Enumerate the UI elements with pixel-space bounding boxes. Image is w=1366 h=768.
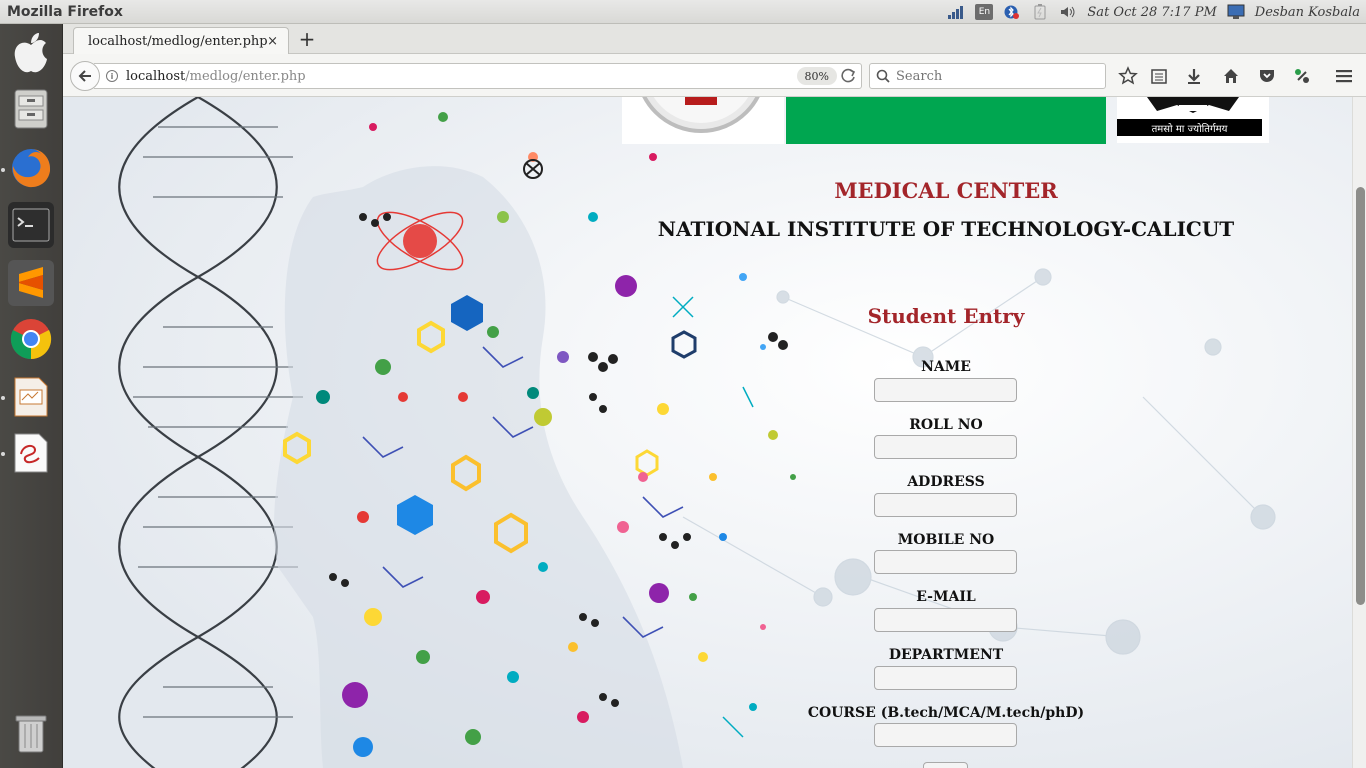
tab-title: localhost/medlog/enter.php: [88, 34, 268, 49]
roll-no-label: ROLL NO: [909, 417, 983, 433]
department-input[interactable]: [874, 666, 1017, 690]
tab-strip: localhost/medlog/enter.php × +: [63, 24, 1366, 55]
roll-no-input[interactable]: [874, 435, 1017, 459]
firefox-icon[interactable]: [8, 145, 54, 191]
bluetooth-icon[interactable]: [1003, 4, 1021, 20]
document-viewer-icon[interactable]: [8, 430, 54, 476]
email-input[interactable]: [874, 608, 1017, 632]
finder-icon[interactable]: [8, 30, 54, 76]
back-arrow-icon: [78, 70, 91, 82]
course-label: COURSE (B.tech/MCA/M.tech/phD): [807, 705, 1085, 721]
system-tray: En Sat Oct 28 7:17 PM Desban Kosbala: [947, 0, 1360, 24]
launcher-sidebar: [0, 24, 63, 768]
downloads-icon[interactable]: [1184, 66, 1204, 86]
site-info-icon[interactable]: i: [106, 70, 118, 82]
battery-icon[interactable]: [1031, 4, 1049, 20]
url-path: /medlog/enter.php: [185, 68, 306, 84]
extension-icon[interactable]: [1292, 66, 1312, 86]
header-banner: [786, 97, 1106, 144]
url-host: localhost: [126, 68, 186, 84]
mobile-no-input[interactable]: [874, 550, 1017, 574]
url-bar[interactable]: i localhost/medlog/enter.php 80%: [94, 63, 862, 89]
reload-icon[interactable]: [841, 68, 857, 84]
user-monitor-icon[interactable]: [1227, 4, 1245, 20]
system-top-bar: Mozilla Firefox En Sat Oct 28 7:17 PM De…: [0, 0, 1366, 24]
clock[interactable]: Sat Oct 28 7:17 PM: [1087, 5, 1216, 20]
user-name[interactable]: Desban Kosbala: [1255, 5, 1360, 20]
navigation-toolbar: i localhost/medlog/enter.php 80%: [63, 54, 1366, 97]
menu-hamburger-icon[interactable]: [1334, 66, 1354, 86]
page-title: MEDICAL CENTER: [834, 178, 1058, 203]
search-input[interactable]: [896, 68, 1096, 84]
running-indicator: [1, 168, 5, 172]
page-viewport: तमसो मा ज्योतिर्गमय MEDICAL CENTER NATIO…: [63, 97, 1352, 768]
terminal-icon[interactable]: [8, 202, 54, 248]
bookmarks-list-icon[interactable]: [1149, 66, 1169, 86]
form-title: Student Entry: [867, 304, 1025, 328]
new-tab-button[interactable]: +: [295, 27, 319, 51]
chrome-icon[interactable]: [8, 316, 54, 362]
address-label: ADDRESS: [907, 474, 985, 490]
address-input[interactable]: [874, 493, 1017, 517]
search-bar[interactable]: [869, 63, 1106, 89]
search-icon: [876, 69, 890, 83]
name-label: NAME: [921, 359, 971, 375]
pocket-icon[interactable]: [1257, 66, 1277, 86]
page-scrollbar[interactable]: [1352, 97, 1366, 768]
zoom-level-button[interactable]: 80%: [796, 67, 837, 85]
name-input[interactable]: [874, 378, 1017, 402]
files-icon[interactable]: [8, 86, 54, 132]
running-indicator: [1, 452, 5, 456]
scrollbar-thumb[interactable]: [1356, 187, 1365, 605]
trash-icon[interactable]: [8, 710, 54, 756]
impress-icon[interactable]: [8, 374, 54, 420]
bookmark-star-icon[interactable]: [1118, 66, 1138, 86]
network-signal-icon[interactable]: [947, 4, 965, 20]
tab-enter-php[interactable]: localhost/medlog/enter.php ×: [73, 27, 289, 55]
active-app-title: Mozilla Firefox: [7, 3, 123, 20]
medical-center-logo: [622, 97, 784, 144]
nit-motto-strip: तमसो मा ज्योतिर्गमय: [1117, 119, 1262, 136]
course-input[interactable]: [874, 723, 1017, 747]
institute-name: NATIONAL INSTITUTE OF TECHNOLOGY-CALICUT: [657, 217, 1235, 241]
submit-button[interactable]: [923, 762, 968, 768]
back-button[interactable]: [70, 61, 100, 91]
department-label: DEPARTMENT: [888, 647, 1004, 663]
tab-close-icon[interactable]: ×: [267, 34, 278, 49]
volume-icon[interactable]: [1059, 4, 1077, 20]
mobile-no-label: MOBILE NO: [897, 532, 995, 548]
home-icon[interactable]: [1221, 66, 1241, 86]
keyboard-layout-indicator[interactable]: En: [975, 4, 994, 20]
sublime-text-icon[interactable]: [8, 260, 54, 306]
email-label: E-MAIL: [916, 589, 976, 605]
running-indicator: [1, 396, 5, 400]
